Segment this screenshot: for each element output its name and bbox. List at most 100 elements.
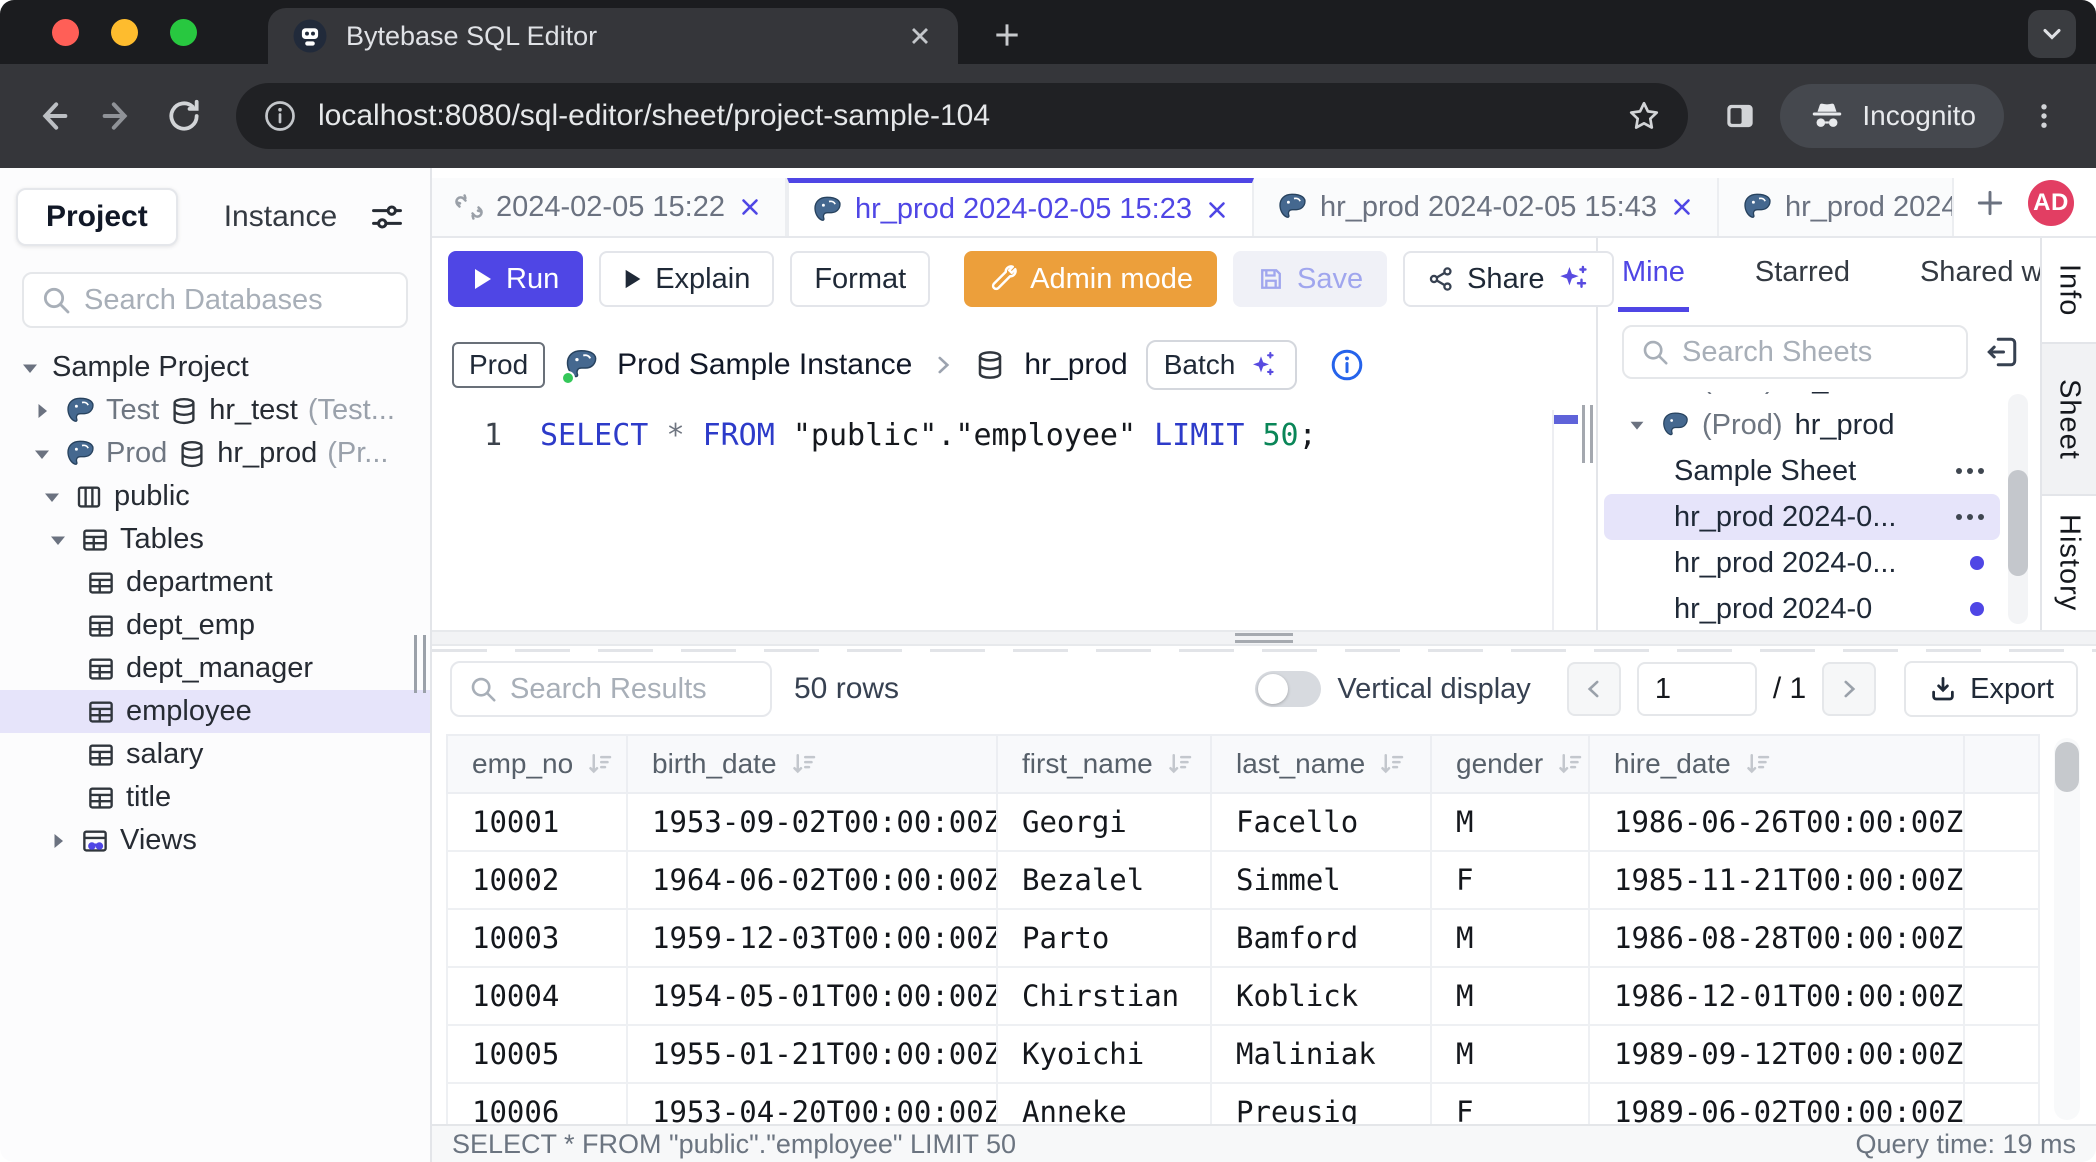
vertical-display-toggle[interactable] [1255,671,1321,707]
column-header[interactable]: hire_date [1589,735,1964,793]
table-row[interactable]: 100021964-06-02T00:00:00ZBezalelSimmelF1… [447,851,2039,909]
column-header[interactable]: birth_date [627,735,997,793]
prev-page-button[interactable] [1567,662,1621,716]
environment-chip[interactable]: Prod [452,342,545,388]
sql-code-editor[interactable]: 1 SELECT * FROM "public"."employee" LIMI… [432,410,1596,630]
sheet-item-selected[interactable]: hr_prod 2024-0... [1604,494,2000,540]
chevron-down-icon[interactable] [30,442,54,466]
sort-icon[interactable] [1743,749,1773,779]
column-header[interactable]: emp_no [447,735,627,793]
save-button[interactable]: Save [1233,251,1387,307]
tree-node-project[interactable]: Sample Project [0,346,430,389]
collapse-panel-icon[interactable] [1984,334,2020,370]
sheet-menu-icon[interactable] [1956,468,1984,474]
chevron-right-icon[interactable] [30,399,54,423]
tab-starred[interactable]: Starred [1751,238,1854,312]
back-icon[interactable] [26,90,78,142]
sheet-item-clipped[interactable]: hr_prod 2024-0 [1604,586,2000,630]
tab-instance[interactable]: Instance [224,200,337,234]
editor-minimap[interactable] [1552,410,1578,630]
results-scrollbar[interactable] [2054,738,2080,1120]
sort-icon[interactable] [1555,749,1585,779]
filter-settings-icon[interactable] [368,198,406,236]
chevron-down-icon[interactable] [18,356,42,380]
close-icon[interactable] [737,194,763,220]
sheet-item[interactable]: Sample Sheet [1604,448,2000,494]
side-panel-icon[interactable] [1714,90,1766,142]
close-window-button[interactable] [52,19,79,46]
chevron-right-icon[interactable] [46,829,70,853]
tree-node-table[interactable]: title [0,776,430,819]
tree-node-tables-group[interactable]: Tables [0,518,430,561]
chevron-down-icon[interactable] [40,485,64,509]
tree-node-table[interactable]: department [0,561,430,604]
sheet-menu-icon[interactable] [1956,514,1984,520]
tree-node-prod-db[interactable]: Prod hr_prod (Pr... [0,432,430,475]
sql-code-line[interactable]: SELECT * FROM "public"."employee" LIMIT … [540,410,1317,630]
chevron-down-icon[interactable] [1626,414,1648,436]
forward-icon[interactable] [92,90,144,142]
editor-tab[interactable]: hr_prod 2024-02-05 15:43 [1254,178,1719,236]
database-search[interactable] [22,272,408,328]
tree-node-table-selected[interactable]: employee [0,690,430,733]
editor-tab[interactable]: 2024-02-05 15:22 [432,178,787,236]
table-row[interactable]: 100011953-09-02T00:00:00ZGeorgiFacelloM1… [447,793,2039,851]
address-bar[interactable]: localhost:8080/sql-editor/sheet/project-… [236,83,1688,149]
export-button[interactable]: Export [1904,661,2078,717]
editor-tab[interactable]: hr_prod 2024-0 [1719,178,1954,236]
editor-tab-active[interactable]: hr_prod 2024-02-05 15:23 [787,178,1254,236]
sheet-item[interactable]: hr_prod 2024-0... [1604,540,2000,586]
browser-tab[interactable]: Bytebase SQL Editor [268,8,958,64]
chevron-down-icon[interactable] [46,528,70,552]
add-sheet-icon[interactable] [1974,187,2006,219]
site-info-icon[interactable] [262,98,298,134]
incognito-badge[interactable]: Incognito [1780,84,2004,148]
tree-node-schema[interactable]: public [0,475,430,518]
tree-node-table[interactable]: dept_emp [0,604,430,647]
table-row[interactable]: 100041954-05-01T00:00:00ZChirstianKoblic… [447,967,2039,1025]
scrollbar-thumb[interactable] [2008,470,2028,576]
tab-mine[interactable]: Mine [1618,238,1689,312]
avatar[interactable]: AD [2028,180,2074,226]
sort-icon[interactable] [585,749,615,779]
bookmark-star-icon[interactable] [1626,98,1662,134]
minimize-window-button[interactable] [111,19,138,46]
page-number-input[interactable] [1637,662,1757,716]
sheet-group-clipped[interactable]: (Test) hr_test [1598,392,2040,402]
sheet-list-scrollbar[interactable] [2008,394,2028,624]
tab-search-button[interactable] [2028,10,2076,58]
tab-history[interactable]: History [2042,496,2096,630]
sort-icon[interactable] [1377,749,1407,779]
panel-resize-handle[interactable] [1582,405,1593,463]
sheet-search[interactable] [1622,325,1968,379]
tab-project[interactable]: Project [16,188,178,246]
share-button[interactable]: Share [1403,251,1614,307]
tab-sheet[interactable]: Sheet [2042,344,2096,496]
column-header[interactable]: first_name [997,735,1211,793]
results-search[interactable] [450,661,772,717]
close-tab-icon[interactable] [906,22,934,50]
tree-node-table[interactable]: dept_manager [0,647,430,690]
close-icon[interactable] [1669,194,1695,220]
results-resize-handle[interactable] [432,630,2096,646]
info-icon[interactable] [1329,347,1365,383]
ai-sparkles-icon[interactable] [1556,262,1590,296]
table-row-clipped[interactable]: 100061953-04-20T00:00:00ZAnnekePreusigF1… [447,1083,2039,1124]
zoom-window-button[interactable] [170,19,197,46]
admin-mode-button[interactable]: Admin mode [964,251,1217,307]
results-search-input[interactable] [510,673,754,706]
sidebar-resize-handle[interactable] [414,635,426,693]
explain-button[interactable]: Explain [599,251,774,307]
database-name[interactable]: hr_prod [1024,348,1127,382]
sort-icon[interactable] [1165,749,1195,779]
table-row[interactable]: 100051955-01-21T00:00:00ZKyoichiMaliniak… [447,1025,2039,1083]
tree-node-views-group[interactable]: Views [0,819,430,862]
format-button[interactable]: Format [790,251,930,307]
database-search-input[interactable] [84,284,390,317]
new-tab-button[interactable] [982,10,1032,60]
instance-name[interactable]: Prod Sample Instance [617,348,912,382]
browser-menu-icon[interactable] [2018,90,2070,142]
sheet-search-input[interactable] [1682,336,1950,369]
tab-info[interactable]: Info [2042,238,2096,344]
column-header[interactable]: gender [1431,735,1589,793]
